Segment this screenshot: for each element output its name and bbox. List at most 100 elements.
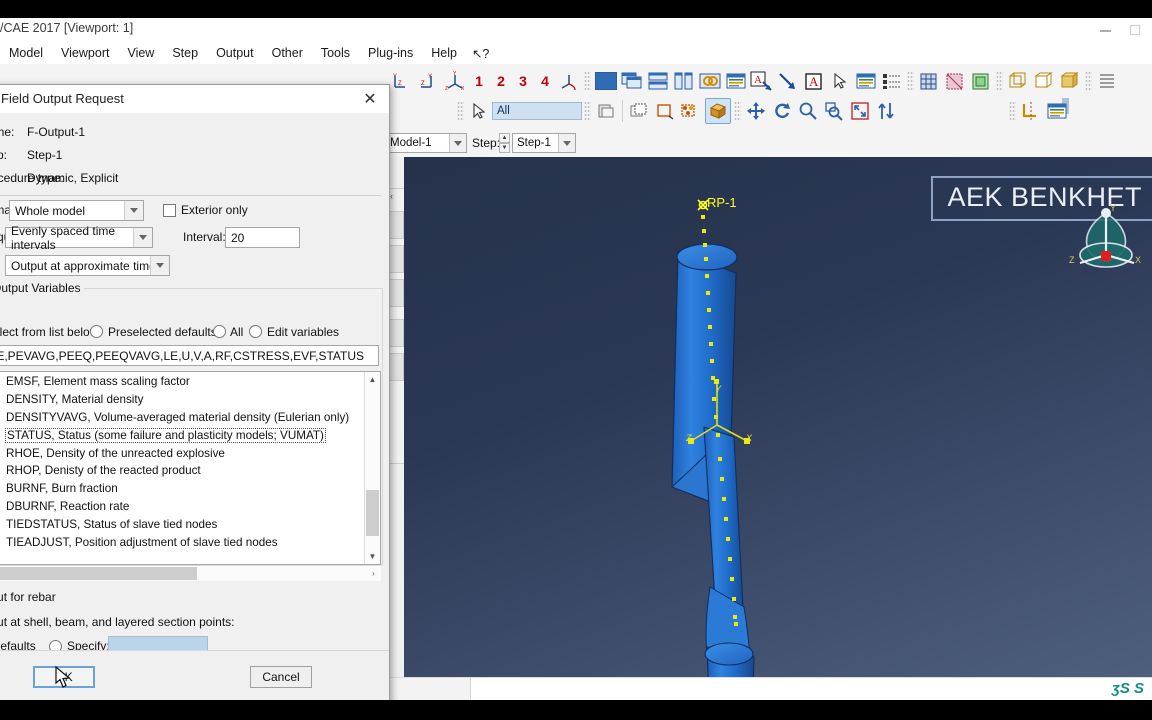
minimize-button[interactable] <box>1090 19 1120 41</box>
all-radio[interactable] <box>213 325 226 338</box>
step-spinner-up[interactable]: ▲ <box>499 133 510 143</box>
menu-plugins[interactable]: Plug-ins <box>359 46 422 60</box>
menu-help[interactable]: Help <box>422 46 466 60</box>
chevron-down-icon-timing[interactable] <box>150 256 169 275</box>
chevron-down-icon-frequency[interactable] <box>133 228 152 247</box>
model-combo[interactable]: Model-1 <box>385 133 467 153</box>
toolbar-grip-4[interactable] <box>1085 71 1092 91</box>
toolbox-cell-3[interactable] <box>389 279 404 307</box>
arrow-annotation-icon[interactable] <box>776 69 800 93</box>
viewport-cascade-icon[interactable] <box>620 69 644 93</box>
view-axes-1-icon[interactable]: Y Z <box>391 69 415 93</box>
exterior-only-checkbox[interactable] <box>163 204 176 217</box>
list-view-icon[interactable] <box>880 69 904 93</box>
cancel-button[interactable]: Cancel <box>250 666 312 688</box>
context-help-icon[interactable]: ↖? <box>466 46 495 61</box>
hscroll-thumb[interactable] <box>0 567 197 580</box>
mesh-render-icon[interactable] <box>917 69 941 93</box>
text-annotation-icon[interactable]: A <box>750 69 774 93</box>
rotate-view-icon[interactable] <box>770 99 794 123</box>
menu-view[interactable]: View <box>118 46 163 60</box>
edit-variables-radio[interactable] <box>249 325 262 338</box>
filled-render-icon[interactable] <box>969 69 993 93</box>
list-horizontal-scrollbar[interactable]: › <box>0 565 381 581</box>
scroll-down-icon[interactable]: ▼ <box>365 549 380 564</box>
view-preset-2-button[interactable]: 2 <box>490 73 512 89</box>
list-item[interactable]: DENSITYVAVG, Volume-averaged material de… <box>0 409 380 427</box>
frequency-combo[interactable]: Evenly spaced time intervals <box>5 224 153 252</box>
list-item[interactable]: BURNF, Burn fraction <box>0 480 380 498</box>
variables-listbox[interactable]: EMSF, Element mass scaling factor DENSIT… <box>0 371 381 565</box>
list-item[interactable]: TIEADJUST, Position adjustment of slave … <box>0 533 380 551</box>
collapse-chevron-icon[interactable]: ‹ <box>390 191 393 201</box>
select-pointer-icon[interactable] <box>828 69 852 93</box>
viewport-link-icon[interactable] <box>698 69 722 93</box>
toolbox-cell-5[interactable] <box>389 353 404 381</box>
hidden-line-cube-icon[interactable] <box>1032 69 1056 93</box>
close-icon[interactable]: ✕ <box>355 88 385 110</box>
zoom-box-icon[interactable] <box>822 99 846 123</box>
list-vertical-scrollbar[interactable]: ▲ ▼ <box>364 372 380 564</box>
maximize-button[interactable] <box>1120 19 1150 41</box>
view-axes-2-icon[interactable]: Y Z <box>417 69 441 93</box>
shaded-cube-icon[interactable] <box>1058 69 1082 93</box>
toolbar-grip-2[interactable] <box>907 71 914 91</box>
menu-viewport[interactable]: Viewport <box>52 46 118 60</box>
toolbar-grip-3[interactable] <box>996 71 1003 91</box>
pan-view-icon[interactable] <box>744 99 768 123</box>
swap-view-icon[interactable] <box>874 99 898 123</box>
select-nodes-icon[interactable] <box>679 99 703 123</box>
preselected-defaults-radio[interactable] <box>90 325 103 338</box>
timing-combo[interactable]: Output at approximate times <box>5 255 170 276</box>
step-combo[interactable]: Step-1 <box>512 133 576 153</box>
step-spinner[interactable]: ▲ ▼ <box>499 133 510 153</box>
viewport-annotation-icon[interactable] <box>724 69 748 93</box>
toolbar-grip[interactable] <box>584 71 591 91</box>
list-item[interactable]: RHOP, Denisty of the reacted product <box>0 462 380 480</box>
fit-view-icon[interactable] <box>848 99 872 123</box>
selection-pointer-icon[interactable] <box>467 99 491 123</box>
view-isometric-icon[interactable]: Y Z X <box>443 69 467 93</box>
viewport-tile-vertical-icon[interactable] <box>672 69 696 93</box>
viewport-single-icon[interactable] <box>594 69 618 93</box>
text-box-icon[interactable]: A <box>802 69 826 93</box>
shaded-render-icon[interactable] <box>943 69 967 93</box>
domain-combo[interactable]: Whole model <box>9 200 144 221</box>
menu-model[interactable]: Model <box>0 46 52 60</box>
viewport-canvas[interactable]: AEK BENKHET Y Z X RP-1 Y Z X <box>404 157 1152 677</box>
drag-select-icon[interactable] <box>653 99 677 123</box>
list-item[interactable]: RHOE, Density of the unreacted explosive <box>0 444 380 462</box>
wireframe-cube-icon[interactable] <box>1006 69 1030 93</box>
toolbox-cell-4[interactable] <box>389 319 404 347</box>
step-spinner-down[interactable]: ▼ <box>499 143 510 153</box>
view-preset-3-button[interactable]: 3 <box>512 73 534 89</box>
list-item[interactable]: DBURNF, Reaction rate <box>0 498 380 516</box>
chevron-down-icon-2[interactable] <box>558 134 575 152</box>
viewport-settings-icon[interactable] <box>854 69 878 93</box>
csys-icon[interactable] <box>1019 99 1043 123</box>
chevron-down-icon-domain[interactable] <box>124 201 143 220</box>
select-entities-icon[interactable] <box>627 99 651 123</box>
viewport-tile-horizontal-icon[interactable] <box>646 69 670 93</box>
list-item[interactable]: TIEDSTATUS, Status of slave tied nodes <box>0 515 380 533</box>
list-item[interactable]: DENSITY, Material density <box>0 391 380 409</box>
list-item[interactable]: EMSF, Element mass scaling factor <box>0 373 380 391</box>
variables-summary-input[interactable]: S,PE,PEVAVG,PEEQ,PEEQVAVG,LE,U,V,A,RF,CS… <box>0 345 379 366</box>
interval-input[interactable]: 20 <box>225 227 300 248</box>
view-preset-1-button[interactable]: 1 <box>468 73 490 89</box>
toolbar-grip-6[interactable] <box>584 101 591 121</box>
select-in-viewport-icon[interactable] <box>705 98 731 124</box>
toolbar-grip-5[interactable] <box>457 101 464 121</box>
menu-other[interactable]: Other <box>263 46 312 60</box>
scroll-up-icon[interactable]: ▲ <box>365 372 380 387</box>
zoom-view-icon[interactable] <box>796 99 820 123</box>
menu-output[interactable]: Output <box>207 46 263 60</box>
toolbar-grip-7[interactable] <box>734 101 741 121</box>
query-list-icon[interactable] <box>1095 69 1119 93</box>
view-preset-4-button[interactable]: 4 <box>534 73 556 89</box>
toolbox-cell-1[interactable] <box>389 211 404 239</box>
toolbar-grip-8[interactable] <box>1009 101 1016 121</box>
view-custom-axes-icon[interactable] <box>557 69 581 93</box>
scroll-thumb[interactable] <box>366 490 379 536</box>
menu-step[interactable]: Step <box>163 46 207 60</box>
